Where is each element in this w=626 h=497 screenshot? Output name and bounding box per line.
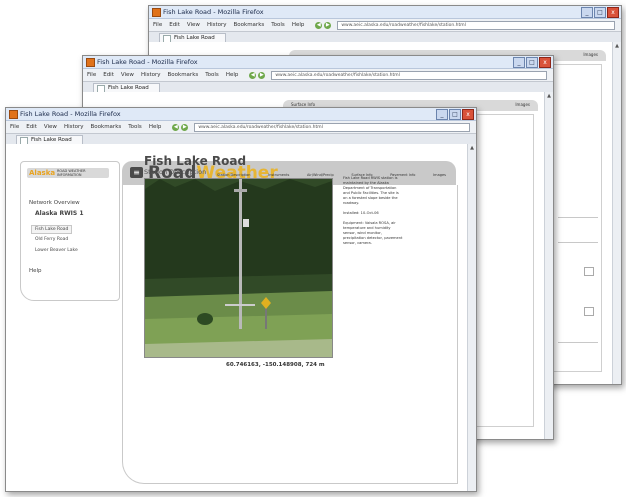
station-photo <box>144 178 333 358</box>
divider <box>558 342 598 343</box>
tab-label: Fish Lake Road <box>108 85 149 91</box>
checkbox[interactable] <box>584 267 594 276</box>
maximize-button[interactable]: □ <box>526 57 538 68</box>
url-bar[interactable]: www.aeic.alaska.edu/roadweather/fishlake… <box>194 122 470 132</box>
url-bar[interactable]: www.aeic.alaska.edu/roadweather/fishlake… <box>271 70 547 80</box>
header-nav: Station Description Instruments Air/Wind… <box>217 173 446 177</box>
road-sign-icon: ≡ <box>130 167 143 178</box>
checkbox[interactable] <box>584 307 594 316</box>
menu-help[interactable]: Help <box>292 22 305 28</box>
menu-bookmarks[interactable]: Bookmarks <box>168 72 199 78</box>
logo-word: Alaska <box>29 169 56 177</box>
menu-file[interactable]: File <box>87 72 96 78</box>
tab-fish-lake-road[interactable]: Fish Lake Road <box>93 83 160 93</box>
page-subtitle: Station Description <box>144 168 207 176</box>
divider <box>558 242 598 243</box>
title-bar[interactable]: Fish Lake Road - Mozilla Firefox _ □ x <box>6 108 476 121</box>
nav-images[interactable]: Images <box>433 173 446 177</box>
page-title: Fish Lake Road <box>144 154 247 168</box>
description-paragraph: Fish Lake Road RWIS station is maintaine… <box>343 176 399 205</box>
nav-air-wind-precip[interactable]: Air/Wind/Precip <box>307 173 334 177</box>
nav-toolbar: File Edit View History Bookmarks Tools Help ◀ ▶… <box>83 69 553 82</box>
close-button[interactable]: x <box>462 109 474 120</box>
url-bar[interactable]: www.aeic.alaska.edu/roadweather/fishlake… <box>337 20 615 30</box>
back-icon[interactable]: ◀ <box>315 21 323 29</box>
window-title: Fish Lake Road - Mozilla Firefox <box>163 8 264 16</box>
back-icon[interactable]: ◀ <box>249 71 257 79</box>
firefox-icon <box>152 8 161 17</box>
sidebar-item-lower-beaver-lake[interactable]: Lower Beaver Lake <box>35 248 78 253</box>
scroll-up-icon[interactable]: ▲ <box>546 93 552 99</box>
menu-bookmarks[interactable]: Bookmarks <box>91 124 122 130</box>
menu-view[interactable]: View <box>187 22 200 28</box>
menu-help[interactable]: Help <box>226 72 239 78</box>
vertical-scrollbar[interactable]: ▲ <box>544 92 553 439</box>
menu-help[interactable]: Help <box>149 124 162 130</box>
title-bar[interactable]: Fish Lake Road - Mozilla Firefox _ □ x <box>83 56 553 69</box>
minimize-button[interactable]: _ <box>581 7 593 18</box>
maximize-button[interactable]: □ <box>594 7 606 18</box>
menu-history[interactable]: History <box>207 22 227 28</box>
maximize-button[interactable]: □ <box>449 109 461 120</box>
firefox-icon <box>9 110 18 119</box>
title-bar[interactable]: Fish Lake Road - Mozilla Firefox _ □ x <box>149 6 621 19</box>
nav-images[interactable]: Images <box>583 52 598 57</box>
tab-fish-lake-road[interactable]: Fish Lake Road <box>159 33 226 43</box>
menu-edit[interactable]: Edit <box>169 22 180 28</box>
vertical-scrollbar[interactable]: ▲ <box>612 42 621 384</box>
window-title: Fish Lake Road - Mozilla Firefox <box>97 58 198 66</box>
minimize-button[interactable]: _ <box>513 57 525 68</box>
tab-fish-lake-road[interactable]: Fish Lake Road <box>16 135 83 145</box>
firefox-icon <box>86 58 95 67</box>
menu-file[interactable]: File <box>10 124 19 130</box>
nav-toolbar: File Edit View History Bookmarks Tools Help ◀ ▶… <box>149 19 621 32</box>
station-description: Fish Lake Road RWIS station is maintaine… <box>343 176 403 251</box>
close-button[interactable]: x <box>607 7 619 18</box>
sidebar: Alaska ROAD WEATHER INFORMATION Network … <box>20 161 120 301</box>
forward-icon[interactable]: ▶ <box>324 21 332 29</box>
menu-edit[interactable]: Edit <box>103 72 114 78</box>
nav-instruments[interactable]: Instruments <box>268 173 289 177</box>
menu-tools[interactable]: Tools <box>128 124 142 130</box>
forward-icon[interactable]: ▶ <box>258 71 266 79</box>
nav-images[interactable]: Images <box>515 102 530 107</box>
back-icon[interactable]: ◀ <box>172 123 180 131</box>
menu-file[interactable]: File <box>153 22 162 28</box>
menu-tools[interactable]: Tools <box>271 22 285 28</box>
menu-tools[interactable]: Tools <box>205 72 219 78</box>
site-logo[interactable]: Alaska ROAD WEATHER INFORMATION <box>27 168 109 178</box>
menu-view[interactable]: View <box>44 124 57 130</box>
help-link[interactable]: Help <box>29 268 42 274</box>
logo-subtitle: ROAD WEATHER INFORMATION <box>57 169 86 177</box>
browser-window-front[interactable]: Fish Lake Road - Mozilla Firefox _ □ x F… <box>5 107 477 492</box>
menu-edit[interactable]: Edit <box>26 124 37 130</box>
sidebar-item-fish-lake-road[interactable]: Fish Lake Road <box>31 225 73 234</box>
window-title: Fish Lake Road - Mozilla Firefox <box>20 110 121 118</box>
close-button[interactable]: x <box>539 57 551 68</box>
minimize-button[interactable]: _ <box>436 109 448 120</box>
nav-toolbar: File Edit View History Bookmarks Tools Help ◀ ▶… <box>6 121 476 134</box>
menu-view[interactable]: View <box>121 72 134 78</box>
network-overview-link[interactable]: Network Overview <box>29 200 80 206</box>
divider <box>558 217 598 218</box>
equipment-list: Equipment: Vaisala ROSA, air temperature… <box>343 221 403 245</box>
forward-icon[interactable]: ▶ <box>181 123 189 131</box>
installed-date: Installed: 10-Oct-06 <box>343 211 379 215</box>
tab-label: Fish Lake Road <box>31 137 72 143</box>
sidebar-item-old-ferry-road[interactable]: Old Ferry Road <box>35 237 68 242</box>
nav-station-description[interactable]: Station Description <box>217 173 251 177</box>
vertical-scrollbar[interactable]: ▲ <box>467 144 476 491</box>
menu-bookmarks[interactable]: Bookmarks <box>234 22 265 28</box>
coordinates: 60.746163, -150.148908, 724 m <box>226 362 325 368</box>
scroll-up-icon[interactable]: ▲ <box>469 145 475 151</box>
scroll-up-icon[interactable]: ▲ <box>614 43 620 49</box>
menu-history[interactable]: History <box>141 72 161 78</box>
network-name[interactable]: Alaska RWIS 1 <box>35 210 84 217</box>
menu-history[interactable]: History <box>64 124 84 130</box>
tab-label: Fish Lake Road <box>174 35 215 41</box>
